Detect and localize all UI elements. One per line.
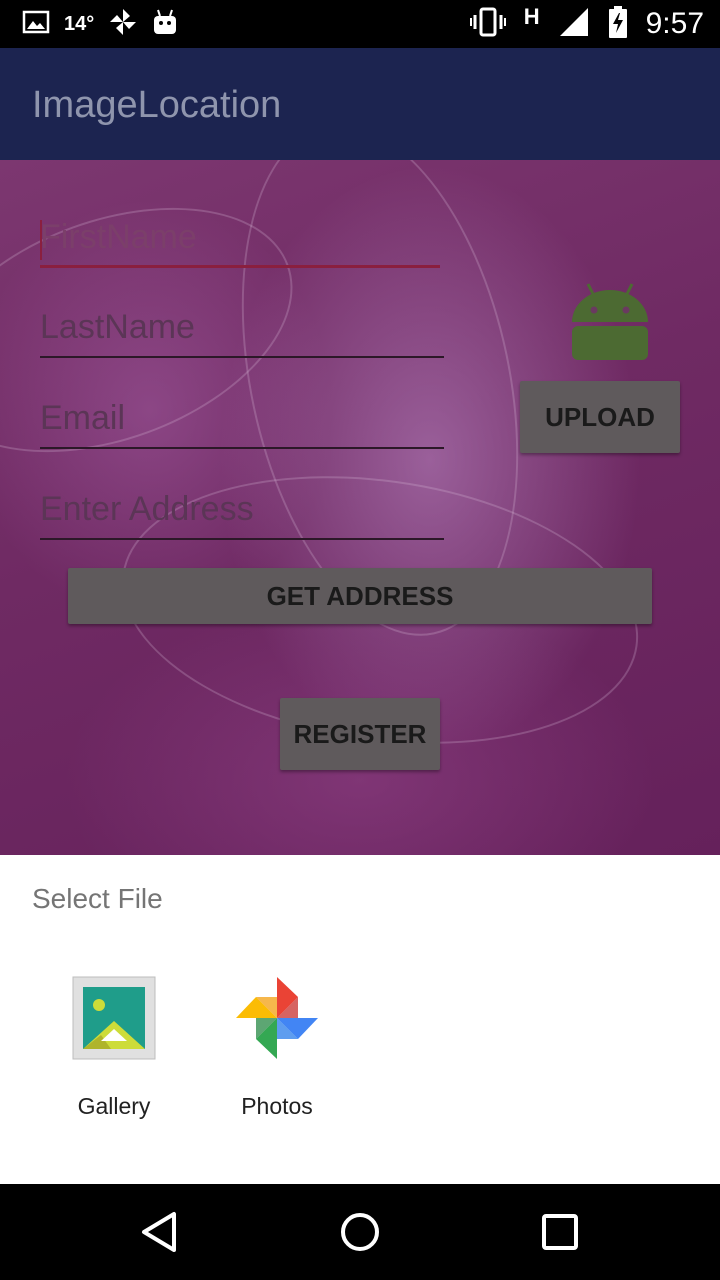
select-file-sheet: Select File Gallery Photos bbox=[0, 855, 720, 1184]
home-icon[interactable] bbox=[336, 1208, 384, 1256]
email-field[interactable]: Email bbox=[40, 389, 444, 449]
app-bar: ImageLocation bbox=[0, 48, 720, 160]
signal-icon bbox=[558, 6, 590, 43]
photos-label: Photos bbox=[241, 1093, 313, 1119]
register-button[interactable]: REGISTER bbox=[280, 698, 440, 770]
gallery-app-option[interactable]: Gallery bbox=[49, 975, 179, 1135]
status-bar: 14° H 9:57 bbox=[0, 0, 720, 48]
photos-icon bbox=[234, 975, 320, 1061]
android-logo-icon bbox=[570, 280, 650, 362]
address-placeholder: Enter Address bbox=[40, 490, 254, 528]
gallery-label: Gallery bbox=[77, 1093, 151, 1119]
first-name-field[interactable]: FirstName bbox=[40, 208, 440, 268]
last-name-placeholder: LastName bbox=[40, 308, 195, 346]
back-icon[interactable] bbox=[136, 1208, 184, 1256]
sheet-title: Select File bbox=[32, 883, 163, 914]
android-icon bbox=[152, 8, 178, 41]
form-content: FirstName LastName Email Enter Address U… bbox=[0, 160, 720, 855]
email-placeholder: Email bbox=[40, 399, 126, 437]
battery-charging-icon bbox=[608, 5, 628, 43]
photos-app-option[interactable]: Photos bbox=[212, 975, 342, 1135]
gallery-icon bbox=[71, 975, 157, 1061]
get-address-button[interactable]: GET ADDRESS bbox=[68, 568, 652, 624]
pinwheel-icon bbox=[108, 7, 138, 42]
navigation-bar bbox=[0, 1184, 720, 1280]
image-icon bbox=[22, 9, 50, 40]
first-name-placeholder: FirstName bbox=[40, 218, 197, 256]
network-type-text: H bbox=[523, 4, 540, 29]
address-field[interactable]: Enter Address bbox=[40, 480, 444, 540]
app-title: ImageLocation bbox=[32, 84, 282, 126]
vibrate-icon bbox=[469, 7, 506, 42]
last-name-field[interactable]: LastName bbox=[40, 298, 444, 358]
recents-icon[interactable] bbox=[536, 1208, 584, 1256]
temperature-text: 14° bbox=[64, 12, 95, 35]
clock-text: 9:57 bbox=[645, 7, 704, 40]
upload-button[interactable]: UPLOAD bbox=[520, 381, 680, 453]
